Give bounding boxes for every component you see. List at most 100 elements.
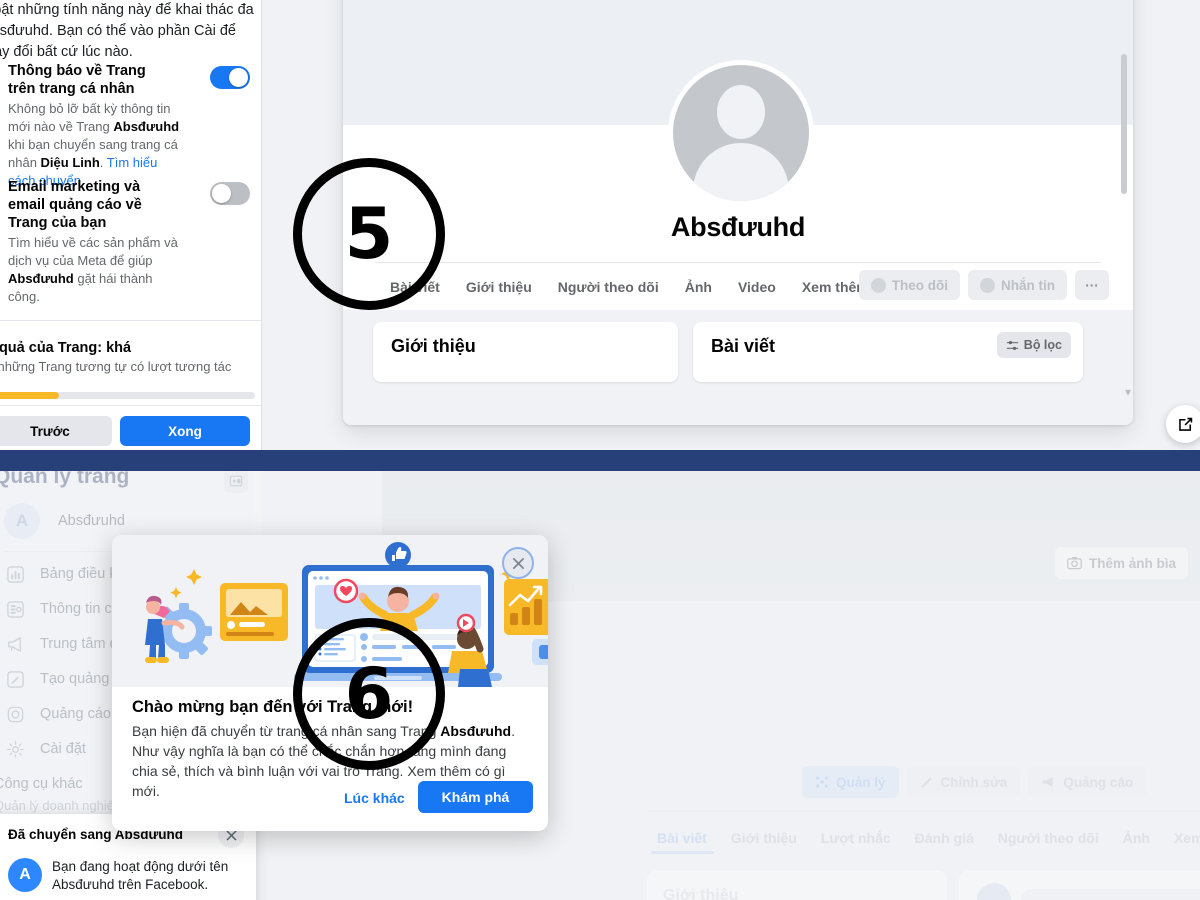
setting-desc-notifications: Không bỏ lỡ bất kỳ thông tin mới nào về …: [8, 100, 183, 190]
bg-tab-reviews[interactable]: Đánh giá: [903, 826, 986, 850]
megaphone-icon: [4, 633, 26, 655]
toggle-page-notifications[interactable]: [210, 66, 250, 89]
step-badge-6: 6: [293, 618, 445, 770]
bg-tab-see-more[interactable]: Xem thêm: [1162, 826, 1200, 850]
tab-videos[interactable]: Video: [725, 273, 789, 301]
panel-divider: [0, 320, 261, 321]
switch-account-icon[interactable]: [224, 471, 248, 493]
modal-later-button[interactable]: Lúc khác: [344, 790, 405, 806]
close-icon: [512, 557, 524, 569]
setting-title-email: Email marketing và email quảng cáo về Tr…: [8, 179, 142, 231]
switch-profile-icon: [229, 475, 243, 487]
performance-progress-fill: [0, 392, 59, 399]
setting-title-notifications: Thông báo về Trang trên trang cá nhân: [8, 63, 146, 97]
previous-button[interactable]: Trước: [0, 416, 112, 446]
email-desc-part-1: Tìm hiểu về các sản phẩm và dịch vụ của …: [8, 235, 178, 268]
sidebar-title: Quản lý trang: [0, 471, 130, 488]
scroll-caret-icon: ▾: [1124, 385, 1131, 399]
messenger-icon: [980, 277, 995, 293]
page-avatar[interactable]: [668, 60, 814, 206]
step-badge-5: 5: [293, 158, 445, 310]
done-button[interactable]: Xong: [120, 416, 250, 446]
composer-input[interactable]: [1021, 889, 1200, 900]
bg-composer-card: [959, 871, 1200, 900]
bg-tab-mentions[interactable]: Lượt nhắc: [809, 826, 903, 850]
manage-button-label: Quản lý: [836, 774, 886, 790]
avatar-body-shape: [693, 143, 789, 201]
modal-explore-button[interactable]: Khám phá: [418, 781, 533, 813]
setting-row-page-notifications: Thông báo về Trang trên trang cá nhân Kh…: [8, 62, 254, 190]
tab-followers[interactable]: Người theo dõi: [545, 273, 672, 301]
message-button-label: Nhắn tin: [1001, 277, 1055, 293]
pencil-square-icon: [4, 668, 26, 690]
panel-intro-text: y bật những tính năng này để khai thác đ…: [0, 2, 254, 60]
manage-button[interactable]: Quản lý: [802, 766, 899, 798]
page-action-buttons: Theo dõi Nhắn tin ···: [858, 270, 1109, 300]
toggle-knob: [212, 184, 231, 203]
bg-tab-posts[interactable]: Bài viết: [645, 826, 719, 850]
posts-card-title: Bài viết: [711, 336, 776, 356]
bg-tab-followers[interactable]: Người theo dõi: [986, 826, 1111, 850]
promote-button[interactable]: Quảng cáo: [1028, 766, 1147, 798]
sidebar-active-profile[interactable]: A Absđưuhd: [4, 503, 125, 539]
edit-square-icon: [1178, 417, 1192, 431]
more-options-button[interactable]: ···: [1075, 270, 1109, 300]
instagram-icon: [4, 703, 26, 725]
edit-button-label: Chỉnh sửa: [940, 774, 1008, 790]
bottom-screenshot-panel: Thêm ảnh bìa Quản lý Chỉnh sửa Quảng cáo…: [0, 471, 1200, 900]
preview-scrollbar-thumb[interactable]: [1121, 54, 1127, 194]
modal-body-bold: Absđưuhd: [440, 723, 512, 739]
add-cover-photo-button[interactable]: Thêm ảnh bìa: [1054, 547, 1188, 579]
filter-button[interactable]: Bộ lọc: [996, 332, 1071, 358]
about-card: Giới thiệu: [373, 322, 678, 382]
onboarding-settings-panel: y bật những tính năng này để khai thác đ…: [0, 0, 262, 450]
preview-scrollbar-track[interactable]: [1121, 0, 1130, 421]
sidebar-label: Cài đặt: [40, 741, 86, 757]
edit-button[interactable]: Chỉnh sửa: [906, 766, 1021, 798]
close-icon: [226, 830, 236, 840]
manage-icon: [816, 776, 828, 788]
avatar-head-shape: [717, 85, 765, 139]
page-title: Absđưuhd: [670, 212, 806, 242]
gear-icon: [4, 738, 26, 760]
follow-button[interactable]: Theo dõi: [858, 270, 960, 300]
composer-avatar: [977, 883, 1011, 900]
desc-bold-2: Diệu Linh: [40, 155, 100, 170]
setting-row-email-marketing: Email marketing và email quảng cáo về Tr…: [8, 178, 254, 306]
toggle-knob: [229, 68, 248, 87]
promote-button-label: Quảng cáo: [1063, 774, 1134, 790]
toast-avatar: A: [8, 858, 42, 892]
performance-subtitle: với những Trang tương tự có lượt tương t…: [0, 359, 232, 374]
about-card-title: Giới thiệu: [391, 336, 476, 356]
tab-about[interactable]: Giới thiệu: [453, 273, 545, 301]
filter-button-label: Bộ lọc: [1023, 338, 1062, 352]
edit-fab-button[interactable]: [1166, 405, 1200, 443]
panel-footer: Trước Xong: [0, 405, 261, 450]
add-cover-photo-label: Thêm ảnh bìa: [1088, 555, 1176, 571]
desc-part-3: .: [99, 155, 107, 170]
page-owner-actions: Quản lý Chỉnh sửa Quảng cáo: [802, 766, 1147, 798]
filter-sliders-icon: [1006, 340, 1018, 350]
follow-button-label: Theo dõi: [891, 277, 948, 293]
bg-tab-about[interactable]: Giới thiệu: [719, 826, 809, 850]
message-button[interactable]: Nhắn tin: [968, 270, 1067, 300]
megaphone-icon: [1042, 777, 1053, 787]
email-desc-bold: Absđưuhd: [8, 271, 74, 286]
modal-close-button[interactable]: [502, 547, 534, 579]
facebook-page-preview: Absđưuhd Bài viết Giới thiệu Người theo …: [343, 0, 1133, 425]
pencil-icon: [921, 777, 931, 788]
follow-icon: [870, 277, 886, 293]
insights-icon: [4, 598, 26, 620]
setting-desc-email: Tìm hiểu về các sản phẩm và dịch vụ của …: [8, 234, 183, 306]
bg-tab-photos[interactable]: Ảnh: [1111, 826, 1162, 850]
nav-divider: [375, 262, 1101, 263]
sidebar-profile-name: Absđưuhd: [58, 513, 125, 529]
page-nav-tabs: Bài viết Giới thiệu Người theo dõi Ảnh V…: [377, 273, 893, 301]
sidebar-section-other-tools[interactable]: Công cụ khác: [0, 776, 83, 792]
active-tab-indicator: [651, 851, 714, 854]
desc-bold-1: Absđưuhd: [113, 119, 180, 134]
toast-body-text: Bạn đang hoạt động dưới tên Absđưuhd trê…: [52, 859, 229, 892]
toggle-email-marketing[interactable]: [210, 182, 250, 205]
tab-photos[interactable]: Ảnh: [672, 273, 725, 301]
bg-about-card-title: Giới thiệu: [663, 887, 739, 900]
